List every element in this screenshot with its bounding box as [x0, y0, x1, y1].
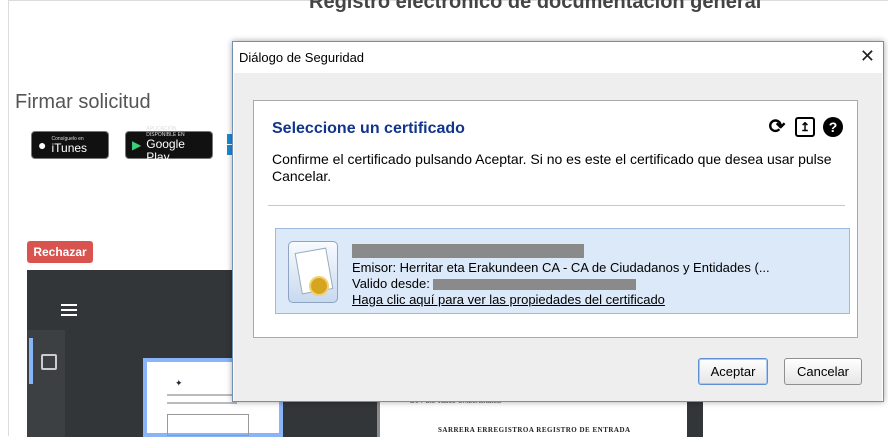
separator [268, 205, 845, 206]
thumb-line [167, 402, 237, 404]
rechazar-button[interactable]: Rechazar [27, 241, 93, 263]
active-indicator [29, 338, 33, 384]
menu-icon[interactable] [61, 304, 77, 316]
certificate-icon [288, 241, 338, 303]
play-icon: ▶ [132, 138, 142, 152]
viewer-sidebar [27, 330, 65, 437]
itunes-badge[interactable]: ● Consíguelo en iTunes [31, 131, 109, 159]
certificate-issuer: Emisor: Herritar eta Erakundeen CA - CA … [352, 259, 770, 275]
certificate-panel: Seleccione un certificado ⟳ ↥ ? Confirme… [253, 100, 858, 338]
cancel-button[interactable]: Cancelar [784, 358, 862, 385]
dialog-titlebar[interactable]: Diálogo de Seguridad ✕ [233, 42, 883, 73]
select-certificate-heading: Seleccione un certificado [272, 120, 465, 137]
dialog-title: Diálogo de Seguridad [239, 50, 365, 65]
security-dialog: Diálogo de Seguridad ✕ Seleccione un cer… [232, 41, 884, 402]
logo-icon: ✦ [175, 378, 183, 388]
certificate-valid-from: Valido desde: [352, 276, 770, 292]
firmar-solicitud-heading: Firmar solicitud [15, 91, 151, 113]
certificate-details: Emisor: Herritar eta Erakundeen CA - CA … [352, 243, 770, 308]
dialog-body: Seleccione un certificado ⟳ ↥ ? Confirme… [234, 73, 882, 401]
redacted-name [352, 243, 584, 258]
doc-heading: SARRERA ERREGISTROA REGISTRO DE ENTRADA [438, 426, 631, 434]
confirm-instructions: Confirme el certificado pulsando Aceptar… [272, 151, 832, 184]
thumbnail-view-icon[interactable] [41, 354, 57, 370]
panel-toolbar: ⟳ ↥ ? [767, 117, 843, 137]
certificate-properties-link[interactable]: Haga clic aquí para ver las propiedades … [352, 292, 770, 308]
redacted-date [433, 278, 637, 290]
accept-button[interactable]: Aceptar [698, 358, 768, 385]
import-icon[interactable]: ↥ [795, 117, 815, 137]
page-title: Registro electrónico de documentación ge… [309, 0, 762, 13]
apple-icon: ● [38, 137, 47, 153]
help-icon[interactable]: ? [823, 117, 843, 137]
certificate-item[interactable]: Emisor: Herritar eta Erakundeen CA - CA … [275, 228, 850, 314]
google-play-badge[interactable]: ▶ APLICACIÓN DISPONIBLE EN Google Play [125, 126, 213, 164]
refresh-icon[interactable]: ⟳ [767, 117, 787, 137]
thumb-table [167, 414, 249, 436]
close-icon[interactable]: ✕ [860, 46, 875, 67]
